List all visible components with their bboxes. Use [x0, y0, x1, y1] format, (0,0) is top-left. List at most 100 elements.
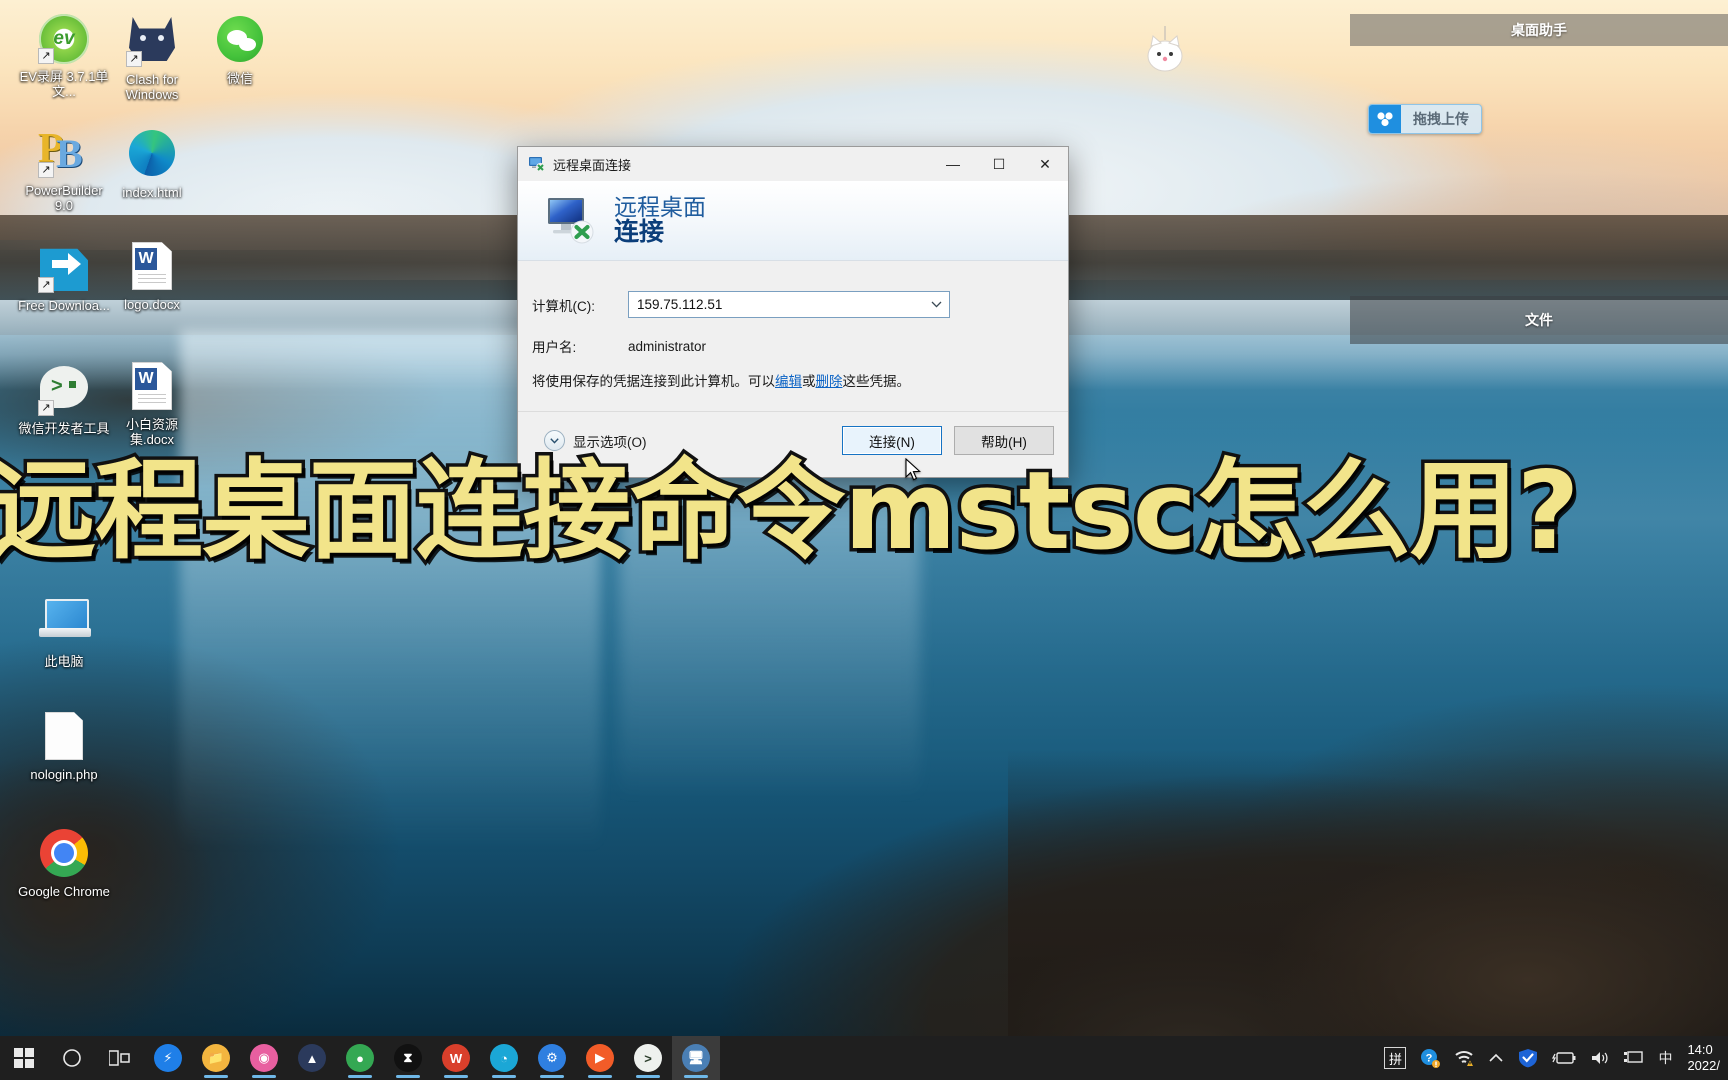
- microsoft-edge-icon: ◔: [490, 1044, 518, 1072]
- desktop-icon-wechat[interactable]: 微信: [192, 14, 288, 86]
- google-chrome-icon: [39, 829, 89, 879]
- show-options-expander[interactable]: 显示选项(O): [544, 430, 647, 451]
- taskbar-item-baidu-netdisk[interactable]: ⚙: [528, 1036, 576, 1080]
- dialog-titlebar[interactable]: 远程桌面连接 — ☐ ✕: [518, 147, 1068, 181]
- remote-desktop-connection-dialog: 远程桌面连接 — ☐ ✕ 远程桌面 连接 计算机(C): 159.75.112.…: [517, 146, 1069, 478]
- logo-docx-art: [132, 242, 172, 290]
- search-circle-icon[interactable]: [48, 1036, 96, 1080]
- remote-desktop-connection-icon: 🖥: [682, 1044, 710, 1072]
- clock-time: 14:0: [1687, 1042, 1713, 1057]
- show-hidden-icons-chevron[interactable]: [1481, 1036, 1511, 1080]
- desktop-icon-powerbuilder[interactable]: ↗ PowerBuilder 9.0: [16, 125, 112, 213]
- banner-line-1: 远程桌面: [614, 193, 706, 220]
- dialog-body: 计算机(C): 159.75.112.51 用户名: administrator…: [518, 261, 1068, 390]
- taskbar-item-clash-for-windows[interactable]: ▲: [288, 1036, 336, 1080]
- dialog-title-text: 远程桌面连接: [553, 157, 632, 173]
- desktop-icon-xiaobai-ziyuanji-docx[interactable]: 小白资源集.docx: [104, 362, 200, 447]
- taskbar-item-wps-office[interactable]: W: [432, 1036, 480, 1080]
- baidu-netdisk-icon: ⚙: [538, 1044, 566, 1072]
- computer-input-value[interactable]: 159.75.112.51: [637, 297, 722, 312]
- system-tray: 拼 ? 中 14:0 2022/: [1377, 1036, 1728, 1080]
- desktop-assistant-label: 桌面助手: [1511, 22, 1567, 38]
- taskbar-item-hourglass-tool[interactable]: ⧗: [384, 1036, 432, 1080]
- computer-combobox[interactable]: 159.75.112.51: [628, 291, 950, 318]
- taskbar-item-photos[interactable]: ◉: [240, 1036, 288, 1080]
- taskbar-item-file-explorer[interactable]: 📁: [192, 1036, 240, 1080]
- files-panel-label: 文件: [1525, 312, 1553, 328]
- edit-credentials-link[interactable]: 编辑: [775, 374, 802, 389]
- baidu-netdisk-icon: [1369, 105, 1401, 133]
- remote-desktop-large-icon: [544, 196, 600, 246]
- wifi-warning-icon[interactable]: [1447, 1036, 1481, 1080]
- taskbar-item-remote-desktop-connection[interactable]: 🖥: [672, 1036, 720, 1080]
- taskbar-item-wechat-devtools[interactable]: >: [624, 1036, 672, 1080]
- desktop-icon-ev-recorder[interactable]: ↗ EV录屏 3.7.1单文...: [16, 14, 112, 99]
- nologin-php-art: [45, 712, 83, 760]
- battery-icon[interactable]: [1545, 1036, 1583, 1080]
- shortcut-arrow-icon: ↗: [38, 277, 54, 293]
- running-indicator: [684, 1075, 708, 1078]
- taskbar: ⚡ 📁 ◉ ▲ ● ⧗ W ◔ ⚙ ▶ > 🖥 拼 ? 中 14:0 2022/: [0, 1036, 1728, 1080]
- clash-for-windows-icon: ↗: [126, 17, 177, 67]
- drag-upload-chip[interactable]: 拖拽上传: [1368, 104, 1482, 134]
- network-display-icon[interactable]: [1617, 1036, 1651, 1080]
- taskbar-item-thunder-download[interactable]: ⚡: [144, 1036, 192, 1080]
- close-button[interactable]: ✕: [1022, 148, 1068, 181]
- chevron-down-icon[interactable]: [923, 292, 949, 317]
- note-prefix: 将使用保存的凭据连接到此计算机。可以: [532, 374, 775, 389]
- taskbar-item-google-chrome[interactable]: ●: [336, 1036, 384, 1080]
- this-pc-art: [39, 599, 91, 643]
- photos-icon: ◉: [250, 1044, 278, 1072]
- saved-credentials-note: 将使用保存的凭据连接到此计算机。可以编辑或删除这些凭据。: [532, 370, 1044, 390]
- task-view-icon[interactable]: [96, 1036, 144, 1080]
- desktop-icon-label: Google Chrome: [18, 884, 110, 899]
- maximize-button[interactable]: ☐: [976, 148, 1022, 181]
- username-label: 用户名:: [532, 340, 577, 355]
- desktop-icon-label: EV录屏 3.7.1单文...: [19, 69, 109, 99]
- ime-chinese-icon[interactable]: 中: [1651, 1036, 1679, 1080]
- desktop-icon-google-chrome[interactable]: Google Chrome: [16, 828, 112, 899]
- delete-credentials-link[interactable]: 删除: [816, 374, 843, 389]
- desktop-icon-label: Clash for Windows: [125, 72, 179, 102]
- wps-office-icon: W: [442, 1044, 470, 1072]
- desktop-icon-free-download-manager[interactable]: ↗ Free Downloa...: [16, 242, 112, 313]
- running-indicator: [396, 1075, 420, 1078]
- ev-recorder-icon: ↗: [38, 14, 89, 64]
- username-value: administrator: [628, 338, 707, 354]
- powerbuilder-icon: ↗: [38, 125, 89, 178]
- wechat-devtools-icon: ↗: [38, 366, 89, 416]
- running-indicator: [444, 1075, 468, 1078]
- minimize-button[interactable]: —: [930, 148, 976, 181]
- file-explorer-icon: 📁: [202, 1044, 230, 1072]
- username-row: 用户名: administrator: [532, 336, 1044, 356]
- files-panel-bar[interactable]: 文件: [1350, 296, 1728, 344]
- volume-icon[interactable]: [1583, 1036, 1617, 1080]
- shortcut-arrow-icon: ↗: [126, 51, 142, 67]
- banner-line-2: 连接: [614, 218, 665, 247]
- tencent-security-shield-icon[interactable]: [1511, 1036, 1545, 1080]
- taskbar-app-list: ⚡ 📁 ◉ ▲ ● ⧗ W ◔ ⚙ ▶ > 🖥: [144, 1036, 720, 1080]
- windows-start-icon[interactable]: [0, 1036, 48, 1080]
- desktop-icon-this-pc[interactable]: 此电脑: [16, 596, 112, 669]
- ime-indicator[interactable]: 拼: [1377, 1036, 1413, 1080]
- cat-decoration-icon: [1143, 26, 1187, 74]
- desktop-icon-index-html[interactable]: index.html: [104, 128, 200, 200]
- taskbar-item-video-player[interactable]: ▶: [576, 1036, 624, 1080]
- running-indicator: [204, 1075, 228, 1078]
- google-chrome-icon: ●: [346, 1044, 374, 1072]
- chevron-down-circle-icon: [544, 430, 565, 451]
- desktop-icon-logo-docx[interactable]: logo.docx: [104, 242, 200, 312]
- help-notification-icon[interactable]: ?: [1413, 1036, 1447, 1080]
- taskbar-clock[interactable]: 14:0 2022/: [1679, 1036, 1724, 1080]
- wechat-devtools-icon: >: [634, 1044, 662, 1072]
- banner-text: 远程桌面 连接: [614, 193, 706, 247]
- svg-text:?: ?: [1426, 1053, 1433, 1065]
- desktop-assistant-bar[interactable]: 桌面助手: [1350, 14, 1728, 46]
- desktop-icon-nologin-php[interactable]: nologin.php: [16, 712, 112, 782]
- desktop-icon-label: logo.docx: [124, 297, 180, 312]
- desktop-icon-clash-for-windows[interactable]: ↗ Clash for Windows: [104, 14, 200, 102]
- taskbar-item-microsoft-edge[interactable]: ◔: [480, 1036, 528, 1080]
- desktop-icon-wechat-devtools[interactable]: ↗ 微信开发者工具: [16, 362, 112, 436]
- running-indicator: [492, 1075, 516, 1078]
- desktop-screen: ↗ EV录屏 3.7.1单文... ↗ Clash for Windows 微信 ↗ Pow…: [0, 0, 1728, 1080]
